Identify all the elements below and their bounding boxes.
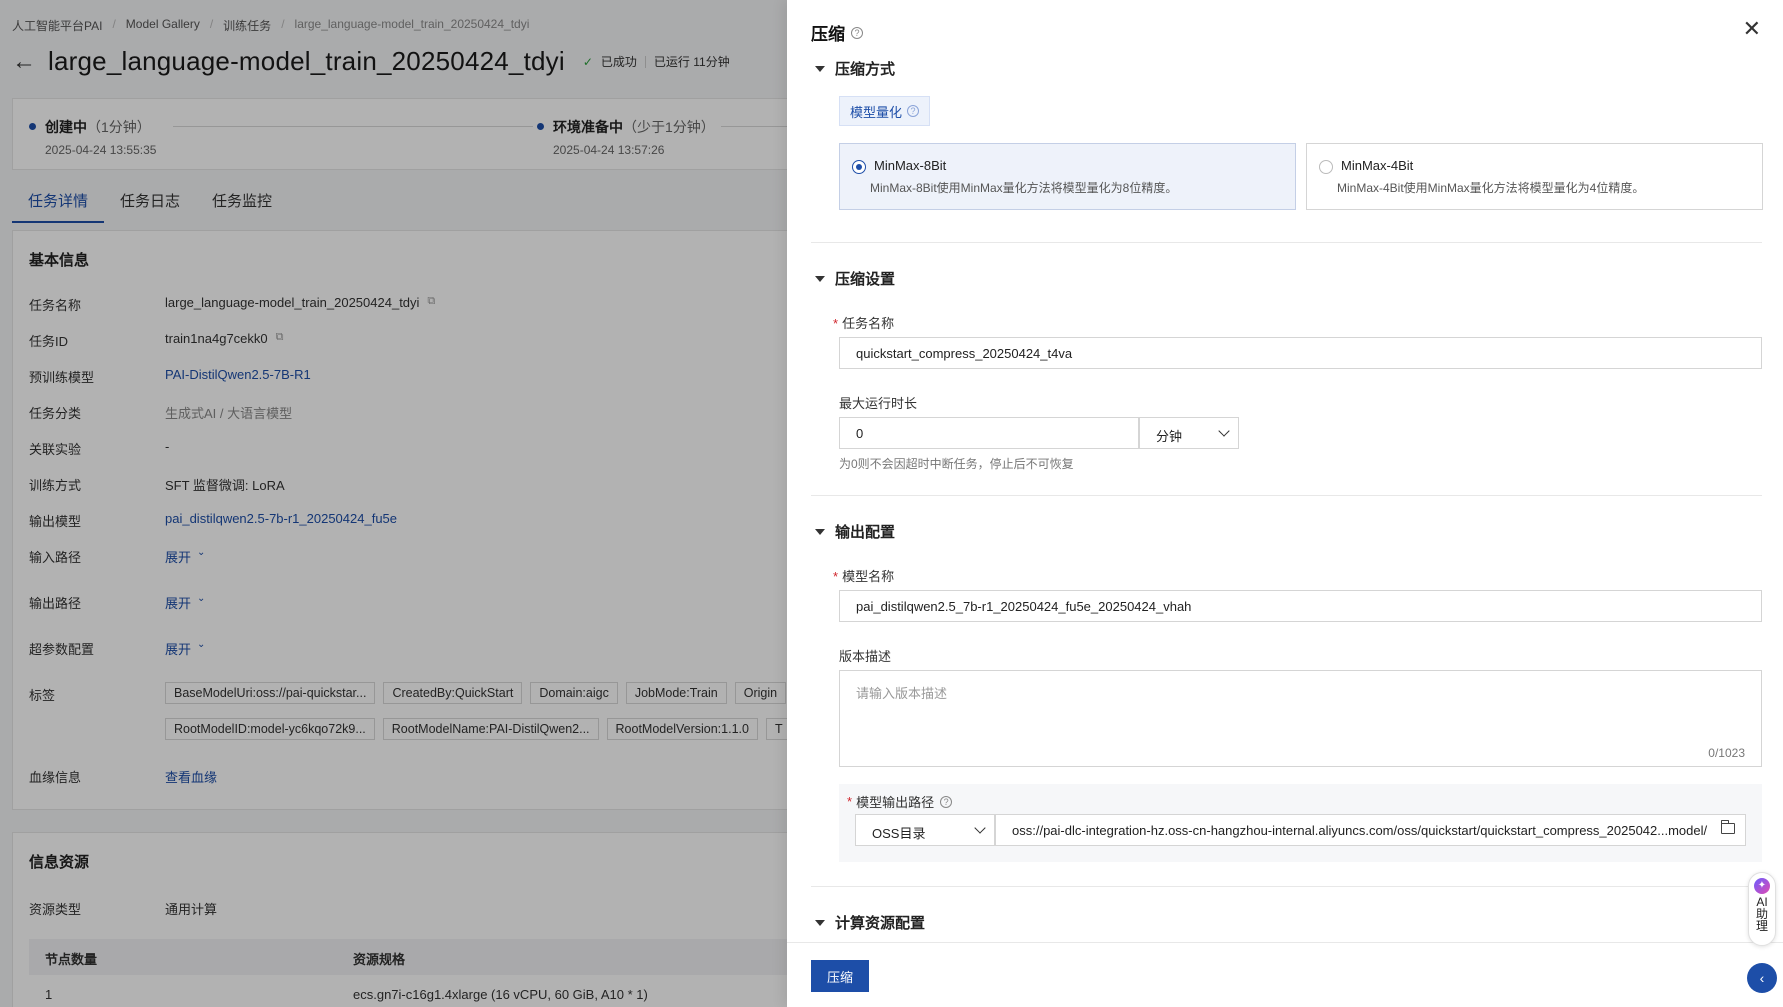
placeholder: 请输入版本描述 <box>856 686 948 701</box>
option-title: MinMax-8Bit <box>874 158 947 173</box>
task-name-label: * 任务名称 <box>833 316 895 331</box>
version-desc-label: 版本描述 <box>839 649 892 664</box>
section-title: 计算资源配置 <box>835 915 926 932</box>
help-icon[interactable]: ? <box>851 26 863 39</box>
section-title: 输出配置 <box>835 524 896 541</box>
drawer-footer: 压缩 <box>787 942 1783 1007</box>
ai-assistant-button[interactable]: ✦ AI助理 <box>1748 872 1776 946</box>
option-minmax-4bit[interactable]: MinMax-4Bit MinMax-4Bit使用MinMax量化方法将模型量化… <box>1306 143 1763 210</box>
version-desc-textarea[interactable]: 请输入版本描述 0/1023 <box>839 670 1762 767</box>
divider <box>811 495 1762 496</box>
help-icon[interactable]: ? <box>940 795 953 808</box>
section-title: 压缩设置 <box>835 271 896 288</box>
drawer-title: 压缩 ? <box>811 20 863 45</box>
input-value: oss://pai-dlc-integration-hz.oss-cn-hang… <box>1012 823 1708 838</box>
path-type-select[interactable]: OSS目录 <box>855 814 995 846</box>
compress-submit-button[interactable]: 压缩 <box>811 960 869 992</box>
label-text: 模型输出路径 <box>856 795 935 810</box>
divider <box>811 242 1762 243</box>
chevron-down-icon <box>1218 425 1230 437</box>
max-runtime-input[interactable]: 0 <box>839 417 1139 449</box>
caret-down-icon <box>815 65 825 72</box>
caret-down-icon <box>815 919 825 926</box>
caret-down-icon <box>815 528 825 535</box>
section-compress-settings[interactable]: 压缩设置 <box>815 268 895 289</box>
radio-selected-icon[interactable] <box>852 160 866 174</box>
select-value: 分钟 <box>1156 429 1183 444</box>
section-output-config[interactable]: 输出配置 <box>815 521 895 542</box>
char-counter: 0/1023 <box>1708 746 1745 760</box>
option-desc: MinMax-8Bit使用MinMax量化方法将模型量化为8位精度。 <box>870 181 1178 195</box>
chip-label: 模型量化 <box>850 104 903 120</box>
tab-model-quantization[interactable]: 模型量化 ? <box>839 96 931 126</box>
max-runtime-label: 最大运行时长 <box>839 396 918 411</box>
output-path-group: * 模型输出路径? OSS目录 oss://pai-dlc-integration… <box>839 784 1762 862</box>
modal-mask[interactable] <box>0 0 787 1007</box>
runtime-unit-select[interactable]: 分钟 <box>1139 417 1239 449</box>
output-path-input[interactable]: oss://pai-dlc-integration-hz.oss-cn-hang… <box>995 814 1746 846</box>
section-compute-resource[interactable]: 计算资源配置 <box>815 912 925 933</box>
model-name-label: * 模型名称 <box>833 569 895 584</box>
label-text: 任务名称 <box>842 316 895 331</box>
help-icon[interactable]: ? <box>907 105 920 117</box>
option-title: MinMax-4Bit <box>1341 158 1414 173</box>
model-name-input[interactable]: pai_distilqwen2.5_7b-r1_20250424_fu5e_20… <box>839 590 1762 622</box>
max-runtime-hint: 为0则不会因超时中断任务，停止后不可恢复 <box>839 457 1074 471</box>
task-name-input[interactable]: quickstart_compress_20250424_t4va <box>839 337 1762 369</box>
output-path-label: * 模型输出路径? <box>847 792 953 811</box>
drawer-title-text: 压缩 <box>811 25 845 44</box>
ai-assistant-label: AI助理 <box>1755 895 1768 933</box>
close-icon[interactable]: ✕ <box>1743 16 1761 42</box>
section-compress-method[interactable]: 压缩方式 <box>815 58 895 79</box>
folder-icon[interactable] <box>1720 820 1735 834</box>
label-text: 模型名称 <box>842 569 895 584</box>
sparkle-icon: ✦ <box>1754 878 1770 894</box>
section-title: 压缩方式 <box>835 61 896 78</box>
radio-icon[interactable] <box>1319 160 1333 174</box>
chevron-down-icon <box>974 822 986 834</box>
select-value: OSS目录 <box>872 826 926 841</box>
compress-drawer: 压缩 ? ✕ 压缩方式 模型量化 ? MinMax-8Bit MinMax-8B… <box>787 0 1783 1007</box>
chevron-left-icon[interactable]: ‹ <box>1747 963 1777 993</box>
option-desc: MinMax-4Bit使用MinMax量化方法将模型量化为4位精度。 <box>1337 181 1645 195</box>
caret-down-icon <box>815 275 825 282</box>
divider <box>811 886 1762 887</box>
option-minmax-8bit[interactable]: MinMax-8Bit MinMax-8Bit使用MinMax量化方法将模型量化… <box>839 143 1296 210</box>
